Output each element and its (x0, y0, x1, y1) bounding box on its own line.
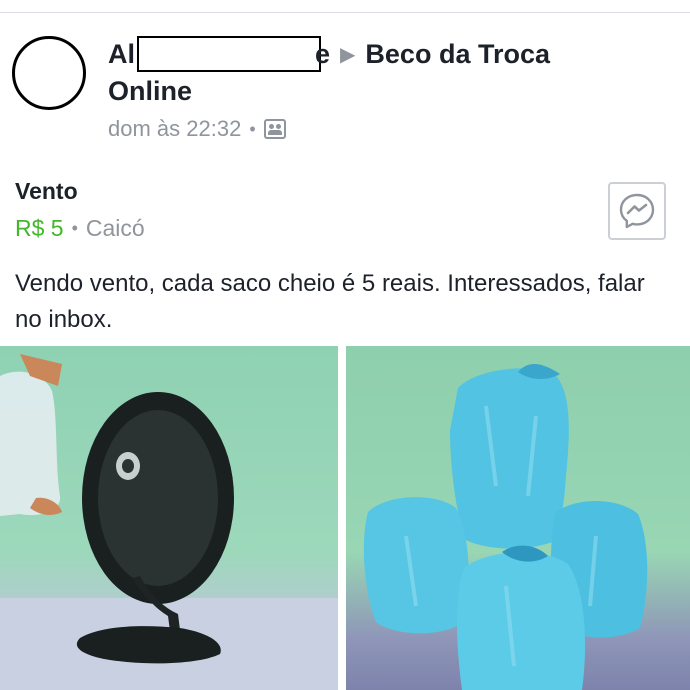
message-seller-button[interactable] (608, 182, 666, 240)
post-header: Al e ▶ Beco da Troca Online (108, 36, 588, 109)
listing-title: Vento (15, 178, 78, 204)
avatar[interactable] (12, 36, 86, 110)
author-name-end[interactable]: e (315, 36, 330, 72)
arrow-right-icon: ▶ (340, 44, 356, 66)
author-name-start[interactable]: Al (108, 36, 135, 72)
listing-location: Caicó (85, 215, 145, 241)
listing-price-row: R$ 5 • Caicó (15, 215, 145, 242)
meta-separator: • (249, 118, 256, 139)
top-divider (0, 0, 690, 13)
post-meta: dom às 22:32 • (108, 116, 286, 142)
price-separator: • (71, 218, 78, 238)
fan-photo-illustration (0, 354, 338, 690)
group-name-continued[interactable]: Online (108, 76, 192, 106)
messenger-icon (619, 193, 655, 229)
photo-bags[interactable] (346, 346, 690, 690)
listing-price: R$ 5 (15, 215, 64, 241)
group-audience-icon (263, 119, 286, 139)
bags-photo-illustration (363, 363, 648, 690)
photo-fan[interactable] (0, 346, 338, 690)
group-name[interactable]: Beco da Troca (365, 39, 550, 69)
redaction-box (137, 36, 321, 72)
listing-description: Vendo vento, cada saco cheio é 5 reais. … (15, 270, 645, 333)
post-timestamp[interactable]: dom às 22:32 (108, 116, 241, 142)
